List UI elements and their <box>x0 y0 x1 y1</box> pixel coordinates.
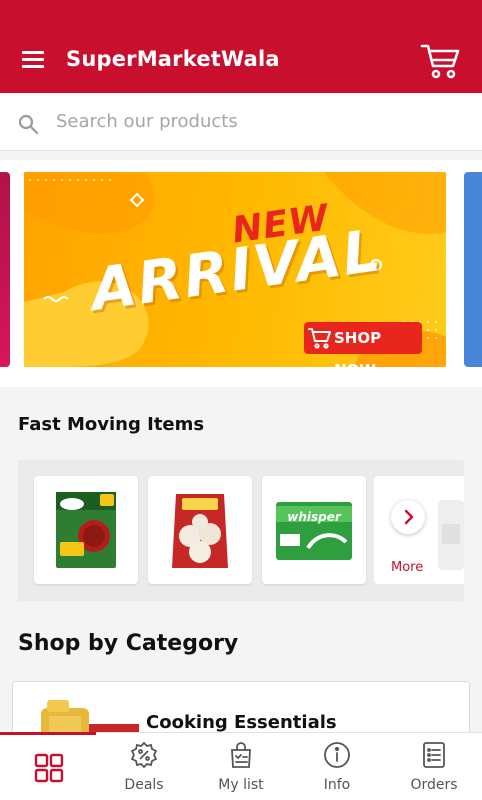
bottom-navigation: Deals My list Info Orders <box>0 732 482 800</box>
app-bar: SuperMarketWala <box>0 0 482 93</box>
fast-moving-carousel[interactable]: whisper More <box>18 460 464 601</box>
next-product-peek <box>438 500 464 570</box>
svg-text:whisper: whisper <box>287 510 342 524</box>
info-icon <box>324 742 350 768</box>
fast-moving-title: Fast Moving Items <box>18 414 205 435</box>
nav-deals-label: Deals <box>124 777 164 793</box>
previous-banner-peek[interactable] <box>0 172 10 367</box>
home-grid-icon <box>34 753 64 783</box>
shopping-list-bag-icon <box>231 742 251 768</box>
nav-my-list[interactable]: My list <box>193 733 289 800</box>
next-banner-peek[interactable] <box>464 172 482 367</box>
hamburger-menu-icon[interactable] <box>22 51 44 69</box>
product-card[interactable] <box>148 476 252 584</box>
category-label: Cooking Essentials <box>146 712 337 733</box>
knorr-soup-product-image <box>56 492 116 568</box>
cart-icon <box>308 328 331 349</box>
shopping-cart-icon[interactable] <box>420 40 462 82</box>
banner-carousel[interactable]: NEW ARRIVAL SHOP NOW <box>0 160 482 387</box>
shop-now-button[interactable]: SHOP NOW <box>304 322 422 367</box>
search-icon <box>18 114 39 135</box>
app-title: SuperMarketWala <box>66 47 280 71</box>
nav-home[interactable] <box>0 733 96 800</box>
deals-badge-icon <box>130 741 158 769</box>
chevron-right-icon <box>391 500 425 534</box>
papad-product-image <box>172 494 228 568</box>
nav-orders-label: Orders <box>410 777 458 793</box>
shop-now-label: SHOP NOW <box>334 329 382 367</box>
orders-list-icon <box>423 742 445 768</box>
more-button[interactable]: More <box>374 476 464 584</box>
search-input[interactable] <box>56 105 456 137</box>
new-arrival-banner[interactable]: NEW ARRIVAL SHOP NOW <box>24 172 446 367</box>
product-card[interactable] <box>34 476 138 584</box>
nav-info-label: Info <box>323 777 351 793</box>
search-bar <box>0 93 482 151</box>
shop-by-category-title: Shop by Category <box>18 631 239 656</box>
nav-my-list-label: My list <box>218 777 264 793</box>
whisper-product-image: whisper <box>276 502 352 560</box>
nav-deals[interactable]: Deals <box>96 733 192 800</box>
more-label: More <box>391 560 424 575</box>
nav-orders[interactable]: Orders <box>386 733 482 800</box>
product-card[interactable]: whisper <box>262 476 366 584</box>
nav-info[interactable]: Info <box>289 733 385 800</box>
